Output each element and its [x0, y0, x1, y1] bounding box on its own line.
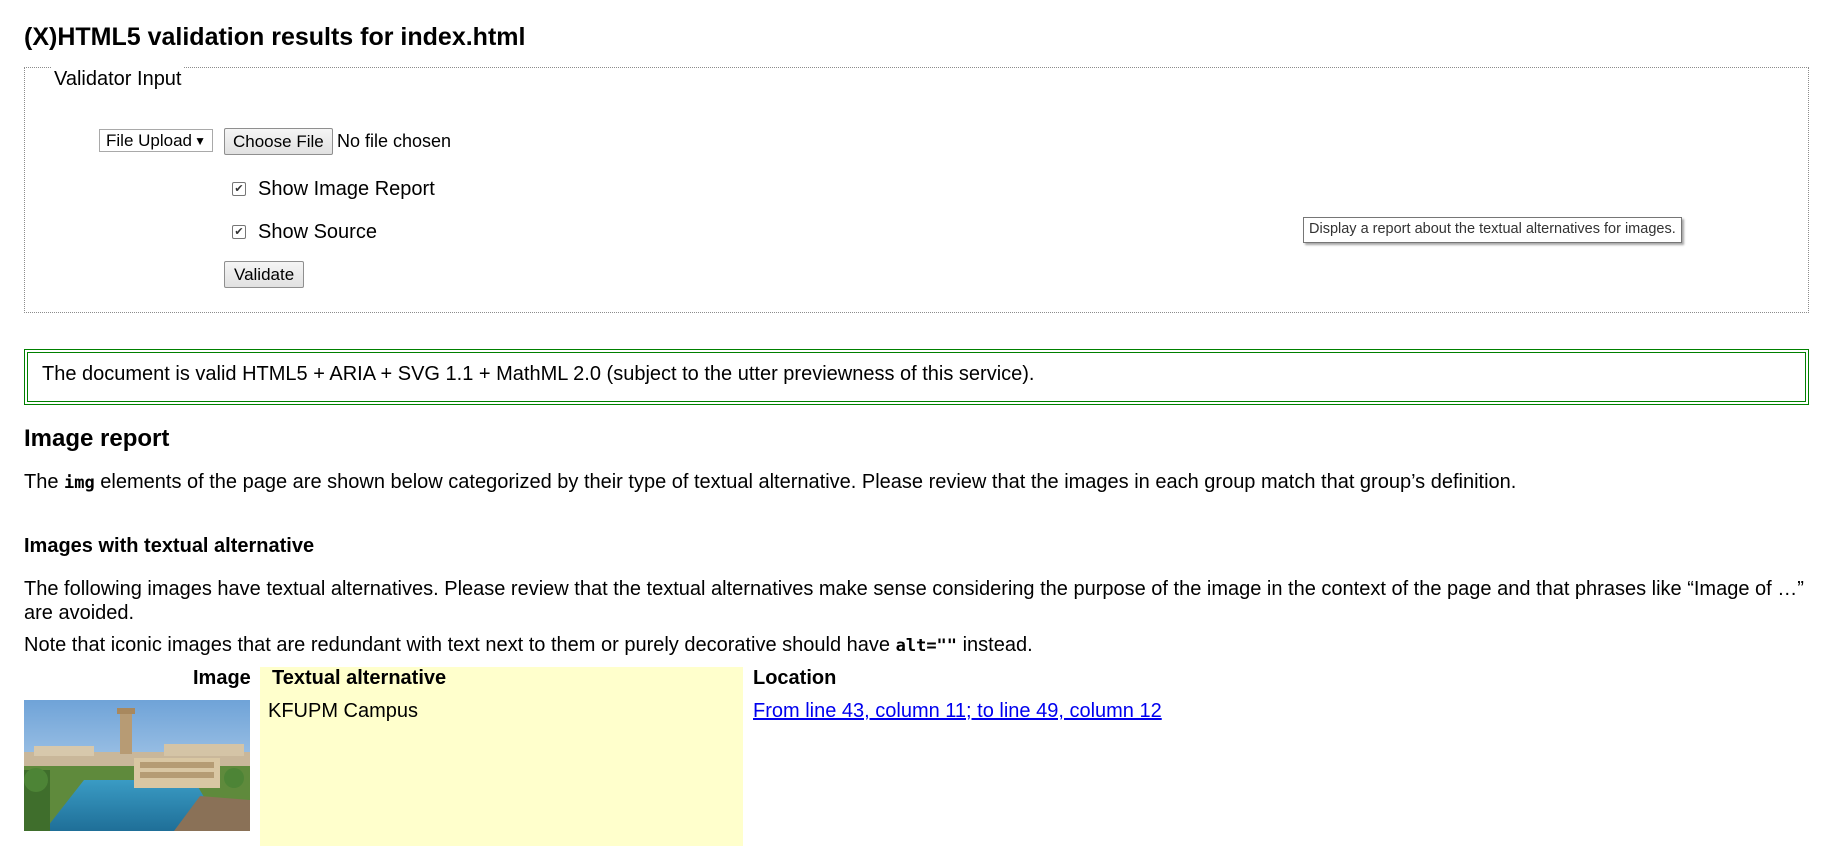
- validator-input-legend: Validator Input: [52, 67, 184, 91]
- validate-button[interactable]: Validate: [224, 261, 305, 288]
- file-status-text: No file chosen: [337, 131, 452, 151]
- img-code: img: [64, 473, 95, 493]
- input-mode-select[interactable]: File Upload ▼: [99, 129, 213, 152]
- alt-empty-code: alt="": [895, 636, 958, 656]
- image-report-intro: The img elements of the page are shown b…: [24, 471, 1517, 493]
- show-source-checkbox[interactable]: ✔: [232, 225, 246, 239]
- show-image-report-checkbox[interactable]: ✔: [232, 182, 246, 196]
- textual-alt-section-heading: Images with textual alternative: [24, 535, 315, 557]
- image-column-header: Image: [193, 667, 251, 689]
- textual-alt-section-description: The following images have textual altern…: [24, 578, 1804, 624]
- alt-column-background: [260, 667, 743, 846]
- show-source-label[interactable]: Show Source: [258, 221, 377, 244]
- location-link[interactable]: From line 43, column 11; to line 49, col…: [753, 700, 1162, 723]
- choose-file-button[interactable]: Choose File: [224, 128, 333, 155]
- decorative-note: Note that iconic images that are redunda…: [24, 634, 1033, 656]
- input-mode-selected: File Upload: [106, 131, 192, 150]
- campus-thumbnail-image: [24, 700, 250, 831]
- location-column-header: Location: [753, 667, 837, 689]
- image-report-tooltip: Display a report about the textual alter…: [1303, 217, 1682, 243]
- validation-result-message: The document is valid HTML5 + ARIA + SVG…: [42, 363, 1035, 385]
- image-report-heading: Image report: [24, 425, 170, 452]
- alt-text-cell: KFUPM Campus: [268, 700, 419, 722]
- dropdown-arrow-icon: ▼: [194, 134, 206, 148]
- alt-column-header: Textual alternative: [272, 667, 447, 689]
- show-image-report-label[interactable]: Show Image Report: [258, 178, 435, 201]
- page-title: (X)HTML5 validation results for index.ht…: [24, 23, 526, 51]
